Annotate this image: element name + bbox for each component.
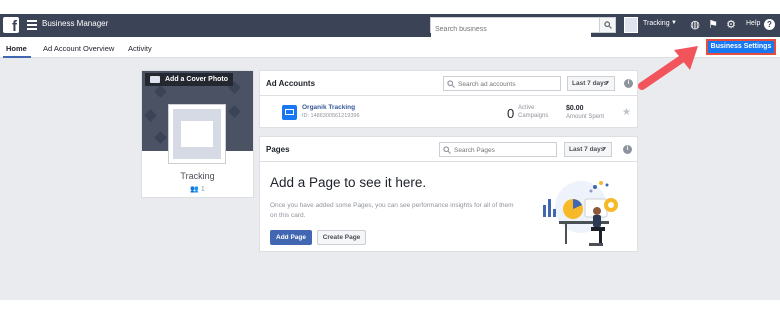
chevron-down-icon[interactable]: ▼ [671, 20, 677, 26]
briefcase-icon [173, 109, 221, 159]
ad-accounts-search-input[interactable] [458, 79, 556, 89]
chevron-down-icon: ▼ [602, 146, 607, 152]
tab-ad-account-overview[interactable]: Ad Account Overview [43, 44, 114, 53]
tab-activity[interactable]: Activity [128, 44, 152, 53]
account-thumbnail[interactable] [624, 17, 638, 33]
pages-header: Pages Last 7 days ▼ i [260, 137, 637, 162]
pages-panel: Pages Last 7 days ▼ i Add a Page to see … [259, 136, 638, 252]
active-campaigns-label: Active [518, 105, 535, 111]
help-icon[interactable]: ? [764, 19, 775, 30]
app-title[interactable]: Business Manager [42, 19, 108, 28]
add-page-button[interactable]: Add Page [270, 230, 312, 245]
search-button[interactable] [599, 18, 615, 32]
business-name: Tracking [180, 171, 215, 181]
business-search [430, 17, 616, 37]
hamburger-menu-icon[interactable] [27, 20, 37, 30]
people-icon: 👥 [190, 186, 199, 193]
arrow-annotation-icon [638, 46, 698, 90]
camera-icon [150, 76, 160, 83]
business-settings-button[interactable]: Business Settings [706, 39, 776, 55]
search-icon [447, 80, 455, 88]
active-campaigns-label-2: Campaigns [518, 113, 549, 119]
tab-home[interactable]: Home [6, 44, 27, 53]
business-profile-card: Add a Cover Photo Tracking 👥 1 [141, 70, 254, 198]
top-bar: f Business Manager Tracking ▼ ◍ ⚑ ⚙ Help… [0, 14, 780, 37]
gear-icon[interactable]: ⚙ [724, 18, 738, 32]
avatar[interactable] [168, 104, 226, 164]
info-icon[interactable]: i [623, 145, 632, 154]
business-search-input[interactable] [431, 22, 591, 37]
search-icon [443, 146, 451, 154]
facebook-logo-icon[interactable]: f [3, 17, 19, 34]
chevron-down-icon: ▼ [605, 80, 610, 86]
pages-title: Pages [266, 145, 290, 154]
ad-accounts-date-range[interactable]: Last 7 days ▼ [567, 76, 615, 91]
create-page-button[interactable]: Create Page [317, 230, 366, 245]
star-icon[interactable]: ★ [622, 107, 631, 118]
help-label[interactable]: Help [746, 20, 760, 27]
globe-icon[interactable]: ◍ [688, 18, 702, 32]
add-cover-photo-button[interactable]: Add a Cover Photo [145, 73, 234, 86]
pages-search [439, 142, 557, 157]
ad-account-name[interactable]: Organik Tracking [302, 104, 355, 111]
amount-spent-label: Amount Spent [566, 114, 605, 120]
flag-icon[interactable]: ⚑ [706, 18, 720, 32]
pages-search-input[interactable] [454, 145, 552, 155]
analytics-illustration-icon [543, 181, 618, 246]
ad-accounts-panel: Ad Accounts Last 7 days ▼ i Organik Trac… [259, 70, 638, 128]
ad-accounts-header: Ad Accounts Last 7 days ▼ i [260, 71, 637, 96]
people-count[interactable]: 👥 1 [142, 185, 253, 193]
ad-account-icon [282, 105, 297, 120]
active-campaigns-count: 0 [507, 106, 515, 121]
pages-empty-description: Once you have added some Pages, you can … [270, 202, 514, 219]
account-switcher-label[interactable]: Tracking [643, 20, 670, 27]
ad-accounts-title: Ad Accounts [266, 79, 316, 88]
pages-empty-headline: Add a Page to see it here. [270, 175, 427, 190]
info-icon[interactable]: i [624, 79, 633, 88]
pages-date-range[interactable]: Last 7 days ▼ [564, 142, 612, 157]
ad-accounts-search [443, 76, 561, 91]
search-icon [604, 21, 612, 29]
amount-spent-value: $0.00 [566, 105, 584, 112]
ad-account-id: ID: 1486300561219396 [302, 113, 360, 119]
